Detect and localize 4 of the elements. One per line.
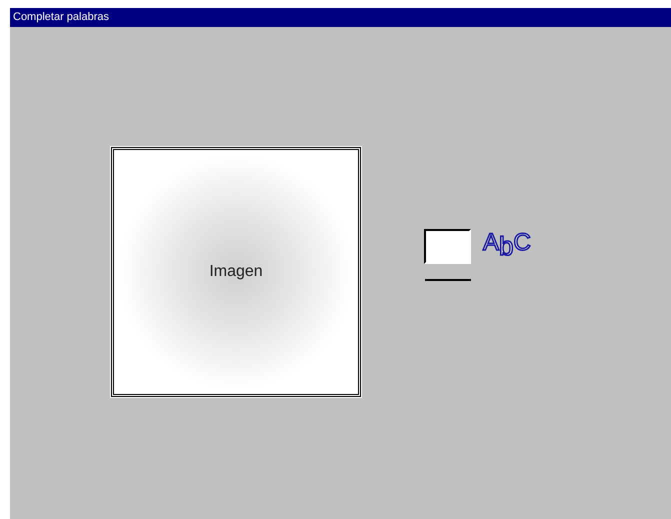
- window-title: Completar palabras: [10, 8, 671, 27]
- answer-field[interactable]: [424, 229, 471, 264]
- image-label: Imagen: [209, 263, 263, 281]
- answer-line: [424, 279, 470, 281]
